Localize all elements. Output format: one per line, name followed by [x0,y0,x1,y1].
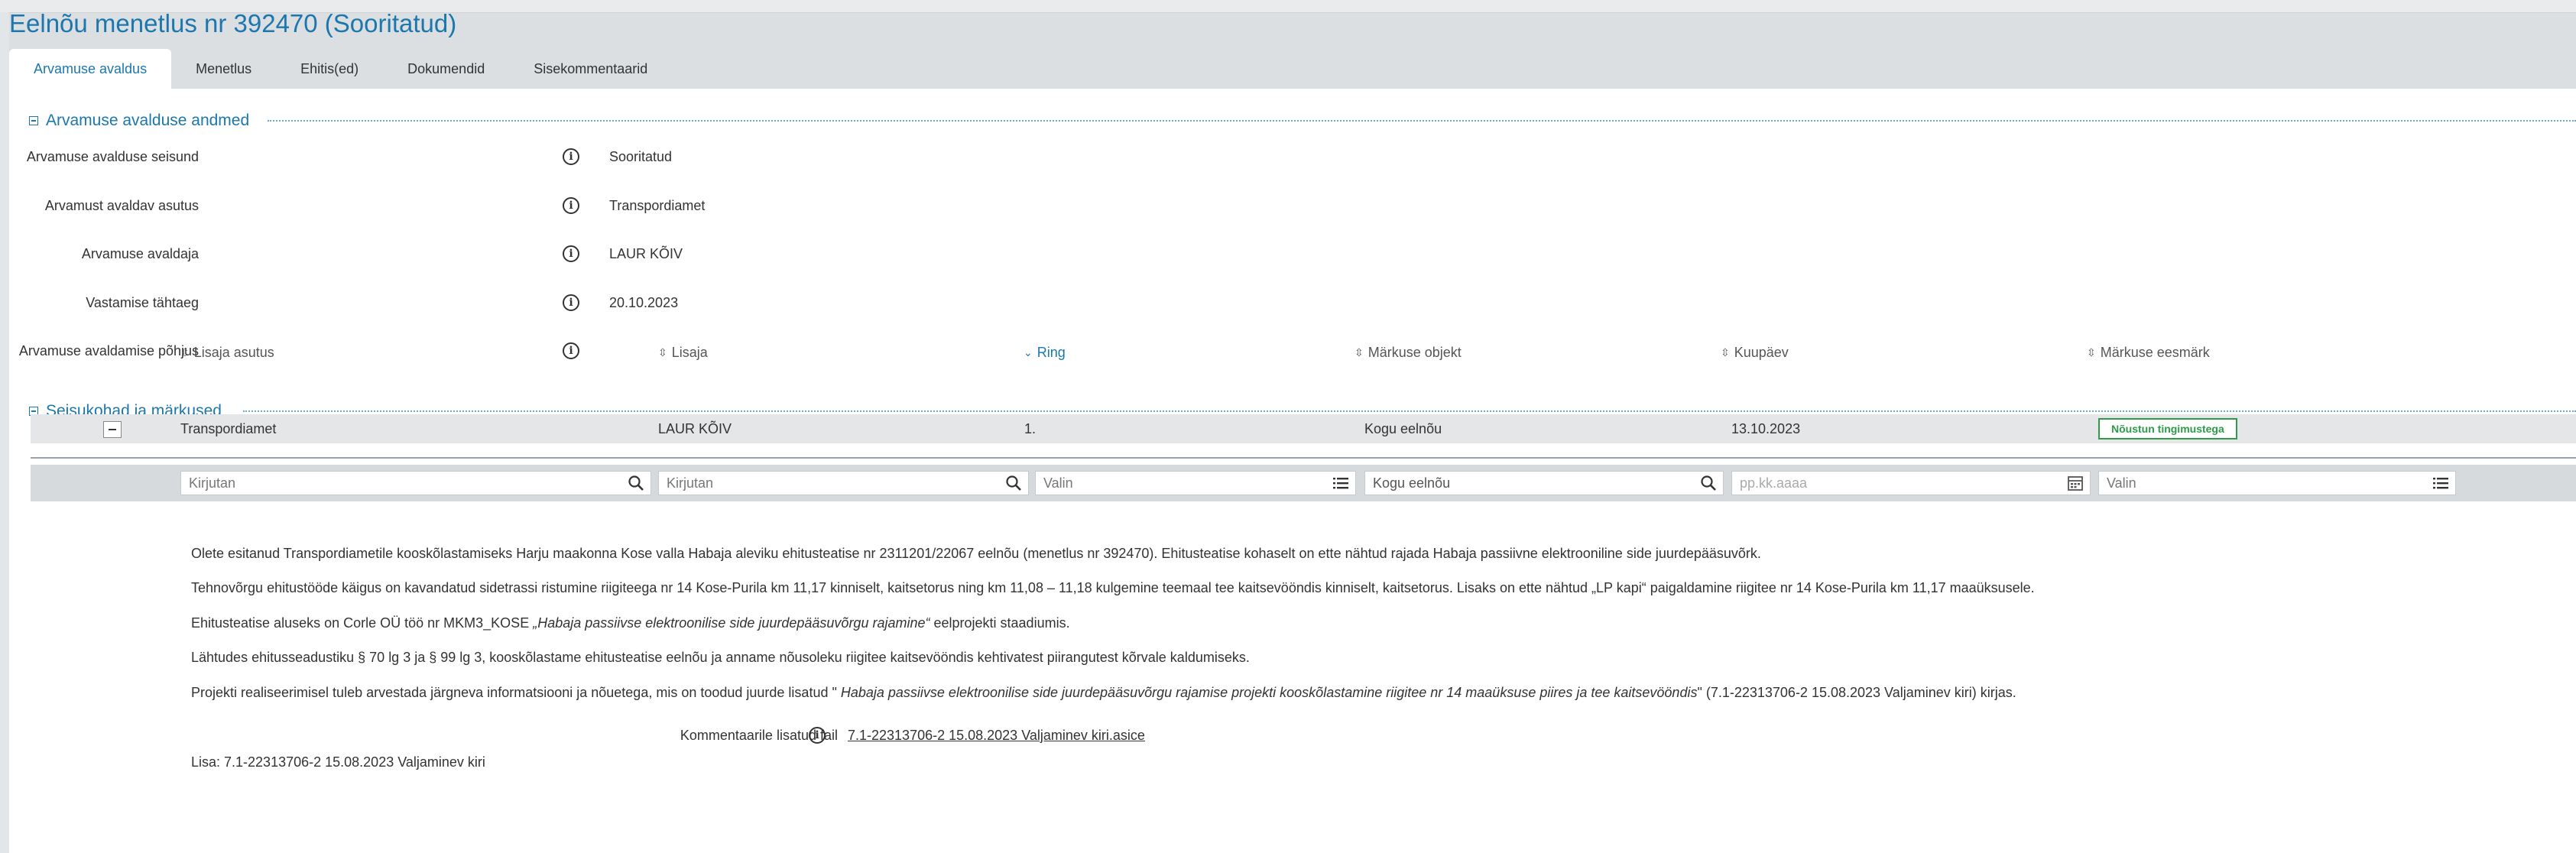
comment-paragraph-4: Lähtudes ehitusseadustiku § 70 lg 3 ja §… [191,650,1250,665]
info-icon[interactable]: i [563,245,579,262]
field-value: 20.10.2023 [609,295,679,310]
field-label: Arvamuse avaldaja [81,246,199,261]
filter-ring[interactable]: Valin [1035,471,1356,495]
comment-attachment-note: Lisa: 7.1-22313706-2 15.08.2023 Valjamin… [191,754,485,770]
sort-desc-icon: ⌄ [1024,346,1033,358]
search-icon[interactable] [1700,475,1717,491]
section-divider [268,120,2576,122]
filter-lisaja-asutus[interactable]: Kirjutan [180,471,651,495]
field-label: Arvamust avaldav asutus [44,198,199,213]
info-icon[interactable]: i [809,727,826,744]
filter-lisaja[interactable]: Kirjutan [658,471,1029,495]
filter-kuupaev[interactable]: pp.kk.aaaa [1731,471,2091,495]
tab-dokumendid[interactable]: Dokumendid [383,49,509,89]
field-label: Arvamuse avaldamise põhjus [18,343,199,358]
list-icon[interactable] [1332,475,1349,491]
tab-menetlus[interactable]: Menetlus [171,49,276,89]
content-panel: Arvamuse avalduse andmed Arvamuse avaldu… [9,89,2576,853]
column-markuse-eesmark[interactable]: ⇳ Märkuse eesmärk [2087,345,2210,361]
left-strip [0,12,9,853]
comment-paragraph-1: Olete esitanud Transpordiametile kooskõl… [191,546,1761,561]
field-label: Vastamise tähtaeg [86,295,199,310]
section-title: Arvamuse avalduse andmed [46,112,250,129]
field-row-pohjus: Arvamuse avaldamise põhjus i [9,336,697,366]
field-row-seisund: Arvamuse avalduse seisund i Sooritatud [9,141,697,172]
field-label: Arvamuse avalduse seisund [26,149,199,164]
info-icon[interactable]: i [563,342,579,359]
tab-sisekommentaarid[interactable]: Sisekommentaarid [509,49,672,89]
cell-objekt: Kogu eelnõu [1364,421,1442,436]
collapse-row-button[interactable] [103,421,122,438]
column-ring[interactable]: ⌄ Ring [1024,345,1066,361]
section-divider [243,410,2576,412]
comment-paragraph-3: Ehitusteatise aluseks on Corle OÜ töö nr… [191,615,1070,631]
cell-lisaja: LAUR KÕIV [658,421,732,436]
sort-icon: ⇳ [180,346,190,358]
search-icon[interactable] [1005,475,1022,491]
attachment-file-link[interactable]: 7.1-22313706-2 15.08.2023 Valjaminev kir… [848,720,1145,751]
info-icon[interactable]: i [563,294,579,311]
tab-arvamuse-avaldus[interactable]: Arvamuse avaldus [9,49,172,89]
tab-bar: Arvamuse avaldus Menetlus Ehitis(ed) Dok… [9,49,672,89]
filter-markuse-objekt[interactable]: Kogu eelnõu [1364,471,1724,495]
opinion-section-header[interactable]: Arvamuse avalduse andmed [29,112,249,130]
column-lisaja[interactable]: ⇳ Lisaja [658,345,708,361]
tab-ehitised[interactable]: Ehitis(ed) [276,49,383,89]
field-row-asutus: Arvamust avaldav asutus i Transpordiamet [9,190,705,221]
header-divider [31,457,2576,459]
status-badge: Nõustun tingimustega [2098,418,2237,439]
column-kuupaev[interactable]: ⇳ Kuupäev [1721,345,1789,361]
cell-asutus: Transpordiamet [180,421,277,436]
search-icon[interactable] [628,475,644,491]
cell-kuupaev: 13.10.2023 [1731,421,1801,436]
sort-icon: ⇳ [658,346,667,358]
field-value: Sooritatud [609,149,673,164]
filter-markuse-eesmark[interactable]: Valin [2098,471,2456,495]
column-lisaja-asutus[interactable]: ⇳ Lisaja asutus [180,345,274,361]
field-row-avaldaja: Arvamuse avaldaja i LAUR KÕIV [9,238,697,269]
page-title: Eelnõu menetlus nr 392470 (Sooritatud) [9,9,457,37]
sort-icon: ⇳ [1721,346,1730,358]
info-icon[interactable]: i [563,148,579,165]
comment-paragraph-5: Projekti realiseerimisel tuleb arvestada… [191,685,2016,700]
field-value: Transpordiamet [609,198,706,213]
collapse-icon[interactable] [29,116,38,125]
filter-bar: Kirjutan Kirjutan Valin Kogu eelnõu pp.k… [31,465,2576,501]
field-value: LAUR KÕIV [609,246,683,261]
field-row-tahtaeg: Vastamise tähtaeg i 20.10.2023 [9,287,697,318]
list-icon[interactable] [2432,475,2449,491]
comment-paragraph-2: Tehnovõrgu ehitustööde käigus on kavanda… [191,580,2035,595]
sort-icon: ⇳ [2087,346,2096,358]
info-icon[interactable]: i [563,197,579,214]
table-row[interactable]: Transpordiamet LAUR KÕIV 1. Kogu eelnõu … [31,414,2576,443]
column-markuse-objekt[interactable]: ⇳ Märkuse objekt [1355,345,1462,361]
cell-ring: 1. [1024,421,1037,436]
calendar-icon[interactable] [2067,475,2084,491]
sort-icon: ⇳ [1355,346,1364,358]
